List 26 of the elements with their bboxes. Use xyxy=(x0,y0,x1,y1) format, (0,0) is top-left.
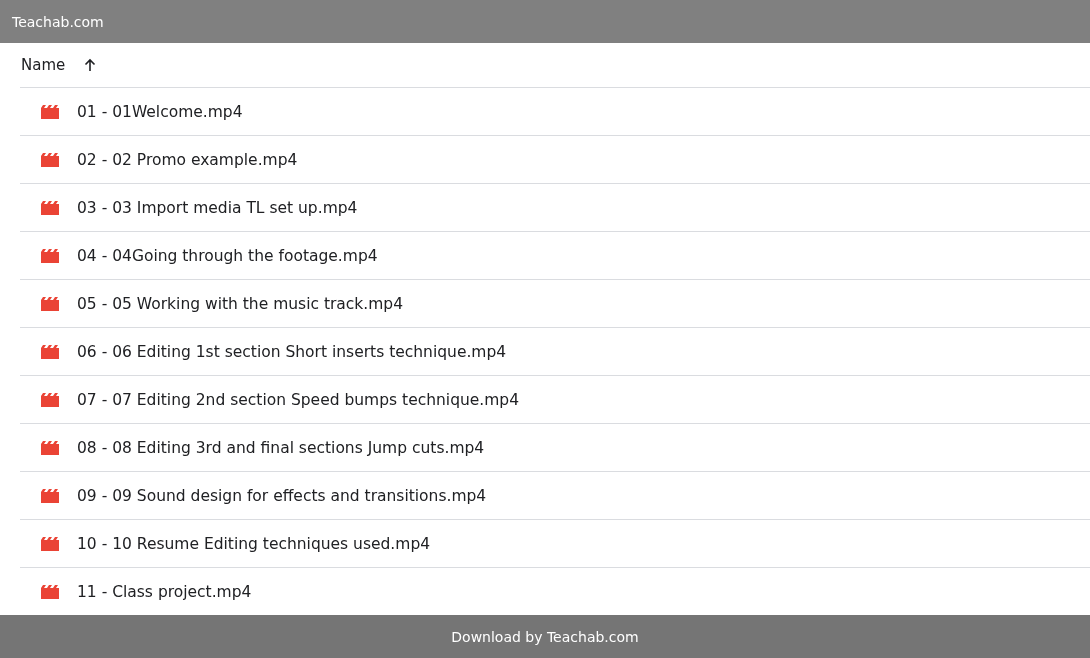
video-file-icon xyxy=(41,584,59,599)
video-file-icon xyxy=(41,344,59,359)
video-file-icon xyxy=(41,152,59,167)
file-name[interactable]: 04 - 04Going through the footage.mp4 xyxy=(77,246,378,265)
file-name[interactable]: 11 - Class project.mp4 xyxy=(77,582,252,601)
video-file-icon xyxy=(41,104,59,119)
site-title: Teachab.com xyxy=(12,13,104,30)
video-file-icon xyxy=(41,200,59,215)
video-file-icon xyxy=(41,296,59,311)
sort-up-arrow-icon[interactable] xyxy=(83,58,98,72)
column-header[interactable]: Name xyxy=(21,56,66,74)
video-file-icon xyxy=(41,488,59,503)
file-name[interactable]: 06 - 06 Editing 1st section Short inserts technique.mp4 xyxy=(77,342,507,361)
video-file-icon xyxy=(41,392,59,407)
file-name[interactable]: 08 - 08 Editing 3rd and final sections Jump cuts.mp4 xyxy=(77,438,485,457)
file-name[interactable]: 09 - 09 Sound design for effects and transitions.mp4 xyxy=(77,486,487,505)
file-name[interactable]: 02 - 02 Promo example.mp4 xyxy=(77,150,298,169)
video-file-icon xyxy=(41,248,59,263)
video-file-icon xyxy=(41,536,59,551)
file-name[interactable]: 05 - 05 Working with the music track.mp4 xyxy=(77,294,404,313)
footer-text: Download by Teachab.com xyxy=(451,628,639,645)
file-name[interactable]: 10 - 10 Resume Editing techniques used.mp4 xyxy=(77,534,431,553)
file-name[interactable]: 07 - 07 Editing 2nd section Speed bumps technique.mp4 xyxy=(77,390,520,409)
file-name[interactable]: 01 - 01Welcome.mp4 xyxy=(77,102,243,121)
video-file-icon xyxy=(41,440,59,455)
file-name[interactable]: 03 - 03 Import media TL set up.mp4 xyxy=(77,198,358,217)
